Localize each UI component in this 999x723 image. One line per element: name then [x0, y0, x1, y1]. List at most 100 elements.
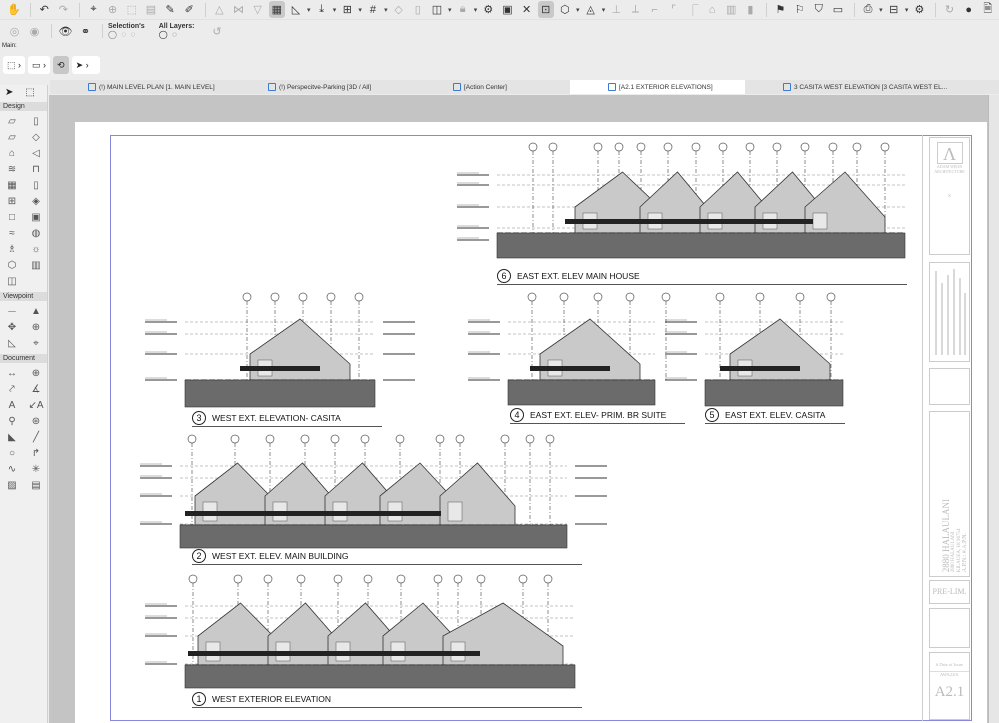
hide-icon[interactable]: ◉: [26, 23, 43, 40]
worksheet-icon[interactable]: ⊕: [32, 321, 40, 334]
curtain-icon[interactable]: ▥: [723, 1, 739, 18]
mesh-icon[interactable]: ≈: [9, 227, 15, 240]
elevation-drawing-2[interactable]: [140, 432, 607, 557]
angle-dimension-icon[interactable]: ∡: [32, 383, 41, 396]
home-icon[interactable]: ⌂: [704, 1, 720, 18]
curtain-wall-icon[interactable]: ▦: [7, 179, 16, 192]
elevation-tool-icon[interactable]: ▲: [31, 305, 41, 318]
pick-up-icon[interactable]: ✎: [162, 1, 178, 18]
window-tool-icon[interactable]: ⊞: [8, 195, 16, 208]
magnify-icon[interactable]: ⊕: [105, 1, 121, 18]
elevation-drawing-6[interactable]: [455, 140, 910, 265]
opening-icon[interactable]: □: [9, 211, 15, 224]
orbit-button[interactable]: ⟲: [53, 56, 69, 74]
redo-icon[interactable]: ↷: [55, 1, 71, 18]
polyline-icon[interactable]: ↱: [32, 447, 40, 460]
column-tool-icon[interactable]: ▯: [33, 115, 39, 128]
table-icon[interactable]: ▣: [499, 1, 515, 18]
tag-icon[interactable]: ⛉: [811, 1, 827, 18]
ruler-icon[interactable]: ◺: [288, 1, 304, 18]
arrow-tool-button[interactable]: ➤ ›: [71, 56, 100, 74]
fit-icon[interactable]: ⬚: [124, 1, 140, 18]
fill-tool-icon[interactable]: ◣: [8, 431, 16, 444]
distribute-icon[interactable]: ⬡: [557, 1, 573, 18]
elevation-drawing-4[interactable]: [468, 290, 685, 415]
slab-tool-icon[interactable]: ◇: [32, 131, 40, 144]
wall-tool-icon[interactable]: ▱: [8, 115, 16, 128]
shape-icon[interactable]: ◬: [583, 1, 599, 18]
pin-icon[interactable]: ●: [961, 1, 977, 18]
dimension-icon[interactable]: ↔: [7, 367, 17, 380]
drawing-icon[interactable]: ▤: [31, 479, 40, 492]
beam-tool-icon[interactable]: ⏥: [8, 131, 16, 144]
line-tool-icon[interactable]: ╱: [33, 431, 39, 444]
refresh-icon[interactable]: ↻: [941, 1, 957, 18]
teamwork-icon[interactable]: ⊟: [886, 1, 902, 18]
plane-icon[interactable]: ◇: [391, 1, 407, 18]
document-icon[interactable]: 🗎︎: [980, 1, 996, 18]
tab-1[interactable]: (!) Perspecitve-Parking [3D / All]: [230, 80, 415, 94]
skylight-icon[interactable]: ◈: [32, 195, 40, 208]
elevation-drawing-1[interactable]: [143, 572, 590, 697]
layers-icon[interactable]: ⚭: [77, 23, 94, 40]
split-icon[interactable]: ⟂: [627, 1, 643, 18]
hotspot-icon[interactable]: ⚲: [8, 415, 15, 428]
marquee-mode-button[interactable]: ⬚ ›: [3, 56, 26, 74]
snap-icon[interactable]: ⊞: [339, 1, 355, 18]
guide-icon[interactable]: ⤓: [314, 1, 330, 18]
undo-icon[interactable]: ↶: [36, 1, 52, 18]
tab-0[interactable]: (!) MAIN LEVEL PLAN [1. MAIN LEVEL]: [50, 80, 230, 94]
corner-window-icon[interactable]: ◫: [7, 275, 16, 288]
section-tool-icon[interactable]: ⏤: [8, 305, 16, 318]
spline-icon[interactable]: ∿: [8, 463, 16, 476]
rotate-icon[interactable]: ↺: [208, 23, 225, 40]
morph-icon[interactable]: ◍: [32, 227, 41, 240]
shell-tool-icon[interactable]: ◁: [32, 147, 40, 160]
mirror-icon[interactable]: ⋈: [230, 1, 246, 18]
viewpoint-section[interactable]: Viewpoint: [0, 292, 47, 301]
show-icon[interactable]: ◎: [6, 23, 23, 40]
chair-icon[interactable]: ♗: [8, 243, 17, 256]
picture-icon[interactable]: ▨: [7, 479, 16, 492]
change-marker-icon[interactable]: ✳: [32, 463, 40, 476]
object-icon[interactable]: ▣: [31, 211, 40, 224]
publish-icon[interactable]: ⎙: [860, 1, 876, 18]
tab-4[interactable]: 3 CASITA WEST ELEVATION [3 CASITA WEST E…: [745, 80, 995, 94]
lock-icon[interactable]: 🔒︎: [455, 1, 471, 18]
camera-icon[interactable]: ⌖: [33, 337, 39, 350]
offset-icon[interactable]: ⎾: [685, 1, 701, 18]
detail-icon[interactable]: ◺: [8, 337, 16, 350]
mark-icon[interactable]: ⚐: [792, 1, 808, 18]
view-icon[interactable]: ◫: [429, 1, 445, 18]
inject-icon[interactable]: ✐: [181, 1, 197, 18]
flag-icon[interactable]: ⚑: [772, 1, 788, 18]
tab-2[interactable]: [Action Center]: [415, 80, 570, 94]
wall-icon[interactable]: ▯: [410, 1, 426, 18]
elevation-drawing-5[interactable]: [665, 290, 845, 415]
trim-icon[interactable]: ⊥: [608, 1, 624, 18]
arrow-tool-icon[interactable]: ➤: [5, 87, 13, 98]
explode-icon[interactable]: ✕: [519, 1, 535, 18]
zone-icon[interactable]: ⬡: [8, 259, 17, 272]
selection-mode-button[interactable]: ▭ ›: [28, 56, 51, 74]
label-tool-icon[interactable]: ↙A: [28, 399, 43, 412]
roof-tool-icon[interactable]: ⌂: [9, 147, 15, 160]
vertical-scrollbar[interactable]: [988, 95, 999, 723]
align-icon[interactable]: ⊡: [537, 1, 554, 18]
text-tool-icon[interactable]: A: [9, 399, 16, 412]
fillet-icon[interactable]: ⌜: [666, 1, 682, 18]
level-dimension-icon[interactable]: ⊕: [32, 367, 40, 380]
eye-icon[interactable]: 👁︎: [57, 23, 74, 40]
grid-icon[interactable]: #: [365, 1, 381, 18]
figure-icon[interactable]: ⊛: [32, 415, 40, 428]
door-tool-icon[interactable]: ▯: [33, 179, 39, 192]
hand-icon[interactable]: ✋: [6, 1, 22, 18]
group-icon[interactable]: ⚙: [480, 1, 496, 18]
layer-icon[interactable]: ▤: [143, 1, 159, 18]
panel-icon[interactable]: ▥: [31, 259, 40, 272]
triangle-up-icon[interactable]: △: [211, 1, 227, 18]
marquee-tool-icon[interactable]: ⬚: [25, 87, 34, 98]
lamp-icon[interactable]: ☼: [31, 243, 40, 256]
adjust-icon[interactable]: ⌐: [647, 1, 663, 18]
triangle-down-icon[interactable]: ▽: [250, 1, 266, 18]
